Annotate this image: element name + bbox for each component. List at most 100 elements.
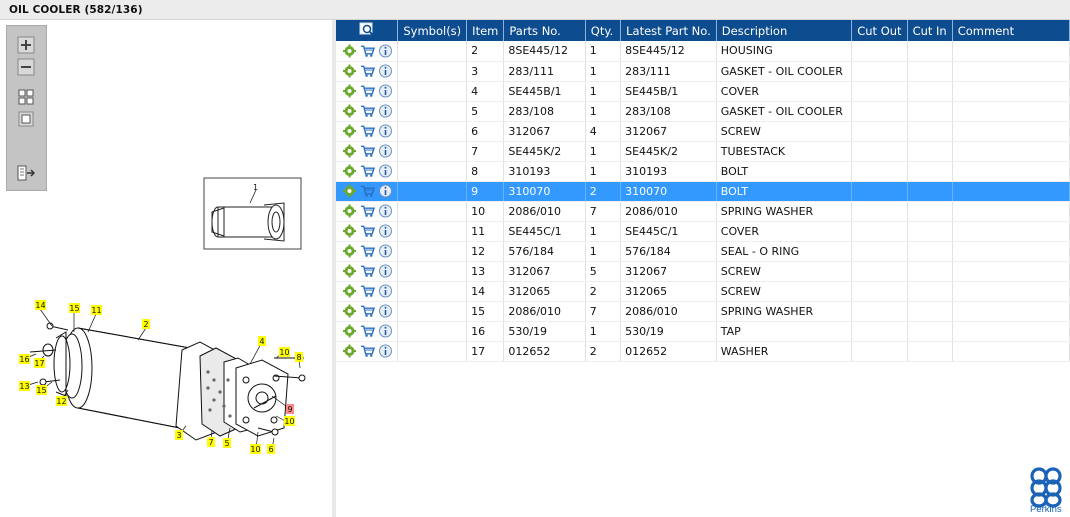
cart-icon[interactable] — [360, 144, 375, 158]
qty-cell: 4 — [585, 121, 622, 142]
gear-icon[interactable] — [342, 304, 357, 318]
gear-icon[interactable] — [342, 264, 357, 278]
callout-15[interactable]: 15 — [36, 385, 47, 395]
table-row[interactable]: 9 310070 2 310070 BOLT — [336, 181, 1070, 202]
info-icon[interactable] — [378, 244, 393, 258]
callout-6[interactable]: 6 — [267, 444, 275, 454]
callout-14[interactable]: 14 — [35, 300, 46, 310]
column-header-item[interactable]: Item — [466, 20, 505, 41]
table-row[interactable]: 8 310193 1 310193 BOLT — [336, 161, 1070, 182]
gear-icon[interactable] — [342, 164, 357, 178]
info-icon[interactable] — [378, 144, 393, 158]
cart-icon[interactable] — [360, 124, 375, 138]
callout-17[interactable]: 17 — [34, 358, 45, 368]
info-icon[interactable] — [378, 184, 393, 198]
info-icon[interactable] — [378, 324, 393, 338]
callout-10[interactable]: 10 — [279, 347, 290, 357]
gear-icon[interactable] — [342, 104, 357, 118]
table-row[interactable]: 5 283/108 1 283/108 GASKET - OIL COOLER — [336, 101, 1070, 122]
table-row[interactable]: 17 012652 2 012652 WASHER — [336, 341, 1070, 362]
info-icon[interactable] — [378, 284, 393, 298]
gear-icon[interactable] — [342, 284, 357, 298]
callout-15[interactable]: 15 — [69, 303, 80, 313]
table-row[interactable]: 10 2086/010 7 2086/010 SPRING WASHER — [336, 201, 1070, 222]
info-icon[interactable] — [378, 124, 393, 138]
column-header-icons[interactable] — [336, 20, 399, 41]
gear-icon[interactable] — [342, 124, 357, 138]
cart-icon[interactable] — [360, 44, 375, 58]
table-row[interactable]: 4 SE445B/1 1 SE445B/1 COVER — [336, 81, 1070, 102]
column-header-cut-in[interactable]: Cut In — [907, 20, 953, 41]
cart-icon[interactable] — [360, 84, 375, 98]
gear-icon[interactable] — [342, 344, 357, 358]
info-icon[interactable] — [378, 104, 393, 118]
cart-icon[interactable] — [360, 224, 375, 238]
table-row[interactable]: 14 312065 2 312065 SCREW — [336, 281, 1070, 302]
callout-12[interactable]: 12 — [56, 396, 67, 406]
column-header-parts-no[interactable]: Parts No. — [503, 20, 586, 41]
gear-icon[interactable] — [342, 244, 357, 258]
table-row[interactable]: 2 8SE445/12 1 8SE445/12 HOUSING — [336, 41, 1070, 62]
info-icon[interactable] — [378, 224, 393, 238]
gear-icon[interactable] — [342, 204, 357, 218]
table-row[interactable]: 6 312067 4 312067 SCREW — [336, 121, 1070, 142]
parts-no-cell: 530/19 — [503, 321, 586, 342]
row-actions — [336, 261, 399, 282]
gear-icon[interactable] — [342, 64, 357, 78]
callout-10[interactable]: 10 — [284, 416, 295, 426]
column-header-comment[interactable]: Comment — [952, 20, 1070, 41]
callout-16[interactable]: 16 — [19, 354, 30, 364]
gear-icon[interactable] — [342, 184, 357, 198]
cart-icon[interactable] — [360, 324, 375, 338]
callout-10[interactable]: 10 — [250, 444, 261, 454]
table-row[interactable]: 15 2086/010 7 2086/010 SPRING WASHER — [336, 301, 1070, 322]
cart-icon[interactable] — [360, 284, 375, 298]
info-icon[interactable] — [378, 164, 393, 178]
info-icon[interactable] — [378, 304, 393, 318]
cart-icon[interactable] — [360, 104, 375, 118]
column-header-qty[interactable]: Qty. — [585, 20, 622, 41]
column-header-cut-out[interactable]: Cut Out — [851, 20, 908, 41]
callout-8[interactable]: 8 — [295, 352, 303, 362]
info-icon[interactable] — [378, 84, 393, 98]
cart-icon[interactable] — [360, 204, 375, 218]
illustration-pane[interactable]: 1 14 15 11 2 16 17 13 15 12 3 7 5 4 10 8… — [0, 20, 332, 517]
cart-icon[interactable] — [360, 64, 375, 78]
info-icon[interactable] — [378, 64, 393, 78]
column-header-description[interactable]: Description — [716, 20, 853, 41]
callout-2[interactable]: 2 — [142, 319, 150, 329]
info-icon[interactable] — [378, 344, 393, 358]
info-icon[interactable] — [378, 264, 393, 278]
column-header-latest-part-no[interactable]: Latest Part No. — [620, 20, 717, 41]
callout-7[interactable]: 7 — [207, 437, 215, 447]
cart-icon[interactable] — [360, 264, 375, 278]
table-row[interactable]: 3 283/111 1 283/111 GASKET - OIL COOLER — [336, 61, 1070, 82]
gear-icon[interactable] — [342, 144, 357, 158]
table-row[interactable]: 7 SE445K/2 1 SE445K/2 TUBESTACK — [336, 141, 1070, 162]
callout-5[interactable]: 5 — [223, 438, 231, 448]
qty-cell: 1 — [585, 221, 622, 242]
callout-13[interactable]: 13 — [19, 381, 30, 391]
cut-in-cell — [907, 81, 953, 102]
info-icon[interactable] — [378, 44, 393, 58]
callout-9[interactable]: 9 — [286, 404, 294, 414]
table-row[interactable]: 12 576/184 1 576/184 SEAL - O RING — [336, 241, 1070, 262]
column-header-symbols[interactable]: Symbol(s) — [397, 20, 468, 41]
table-row[interactable]: 13 312067 5 312067 SCREW — [336, 261, 1070, 282]
cart-icon[interactable] — [360, 164, 375, 178]
cart-icon[interactable] — [360, 244, 375, 258]
callout-11[interactable]: 11 — [91, 305, 102, 315]
cart-icon[interactable] — [360, 344, 375, 358]
callout-3[interactable]: 3 — [175, 430, 183, 440]
gear-icon[interactable] — [342, 324, 357, 338]
cart-icon[interactable] — [360, 184, 375, 198]
gear-icon[interactable] — [342, 84, 357, 98]
callout-4[interactable]: 4 — [258, 336, 266, 346]
table-row[interactable]: 11 SE445C/1 1 SE445C/1 COVER — [336, 221, 1070, 242]
gear-icon[interactable] — [342, 44, 357, 58]
gear-icon[interactable] — [342, 224, 357, 238]
cut-out-cell — [851, 281, 908, 302]
table-row[interactable]: 16 530/19 1 530/19 TAP — [336, 321, 1070, 342]
cart-icon[interactable] — [360, 304, 375, 318]
info-icon[interactable] — [378, 204, 393, 218]
